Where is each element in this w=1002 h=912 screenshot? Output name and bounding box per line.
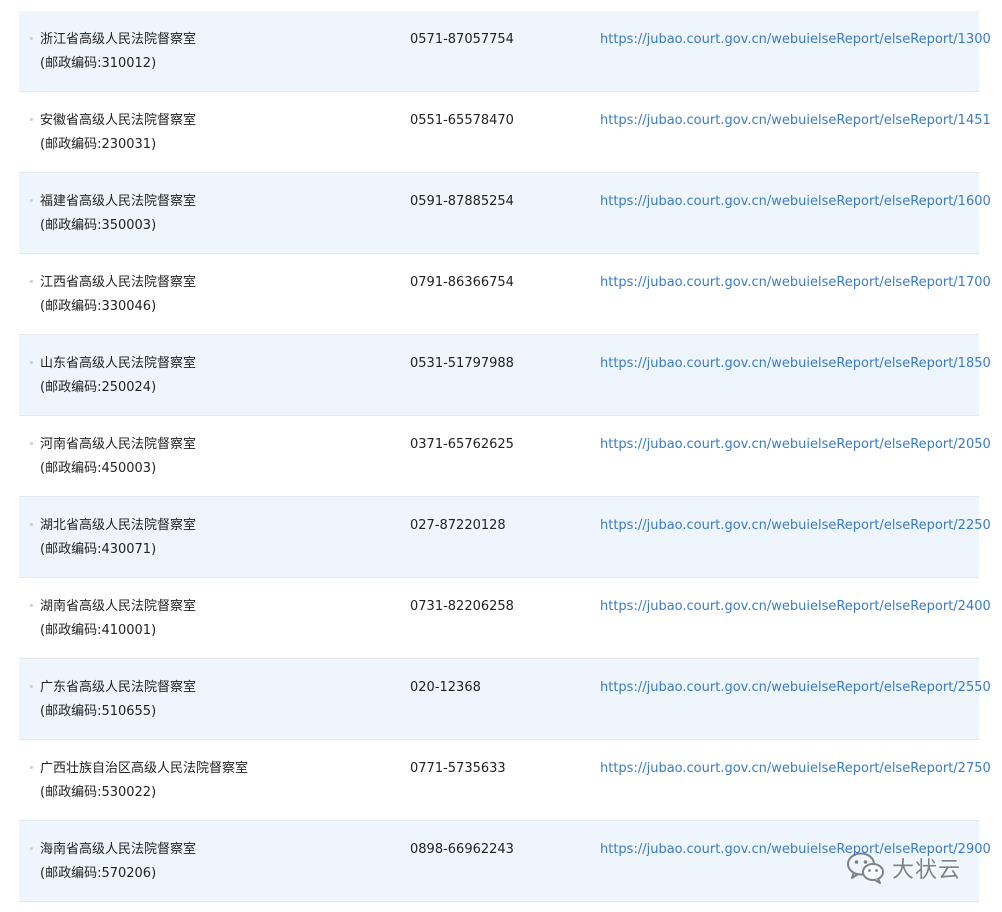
postal-code: (邮政编码:350003) — [40, 218, 157, 233]
court-name: 江西省高级人民法院督察室 — [40, 275, 197, 290]
bullet-icon — [30, 361, 33, 364]
table-row: 河南省高级人民法院督察室 (邮政编码:450003) 0371-65762625… — [19, 416, 991, 497]
postal-code: (邮政编码:310012) — [40, 56, 157, 71]
phone-number: 0791-86366754 — [410, 275, 514, 290]
wechat-icon — [846, 851, 886, 885]
report-link[interactable]: https://jubao.court.gov.cn/webuielseRepo… — [600, 193, 991, 211]
postal-code: (邮政编码:570206) — [40, 866, 157, 881]
phone-number: 0771-5735633 — [410, 761, 506, 776]
court-name: 广东省高级人民法院督察室 — [40, 680, 197, 695]
postal-code: (邮政编码:410001) — [40, 623, 157, 638]
report-link[interactable]: https://jubao.court.gov.cn/webuielseRepo… — [600, 31, 991, 49]
phone-number: 020-12368 — [410, 680, 481, 695]
phone-number: 0531-51797988 — [410, 356, 514, 371]
postal-code: (邮政编码:450003) — [40, 461, 157, 476]
court-name: 海南省高级人民法院督察室 — [40, 842, 197, 857]
postal-code: (邮政编码:330046) — [40, 299, 157, 314]
report-link[interactable]: https://jubao.court.gov.cn/webuielseRepo… — [600, 760, 991, 778]
bullet-icon — [30, 280, 33, 283]
court-name: 浙江省高级人民法院督察室 — [40, 32, 197, 47]
phone-number: 0898-66962243 — [410, 842, 514, 857]
phone-number: 027-87220128 — [410, 518, 506, 533]
report-link[interactable]: https://jubao.court.gov.cn/webuielseRepo… — [600, 112, 991, 130]
bullet-icon — [30, 523, 33, 526]
bullet-icon — [30, 847, 33, 850]
bullet-icon — [30, 766, 33, 769]
phone-number: 0371-65762625 — [410, 437, 514, 452]
postal-code: (邮政编码:530022) — [40, 785, 157, 800]
table-row: 山东省高级人民法院督察室 (邮政编码:250024) 0531-51797988… — [19, 335, 991, 416]
bullet-icon — [30, 37, 33, 40]
postal-code: (邮政编码:230031) — [40, 137, 157, 152]
report-link[interactable]: https://jubao.court.gov.cn/webuielseRepo… — [600, 679, 991, 697]
postal-code: (邮政编码:510655) — [40, 704, 157, 719]
table-row: 安徽省高级人民法院督察室 (邮政编码:230031) 0551-65578470… — [19, 92, 991, 173]
bullet-icon — [30, 442, 33, 445]
court-name: 福建省高级人民法院督察室 — [40, 194, 197, 209]
report-link[interactable]: https://jubao.court.gov.cn/webuielseRepo… — [600, 355, 991, 373]
court-name: 河南省高级人民法院督察室 — [40, 437, 197, 452]
bullet-icon — [30, 199, 33, 202]
watermark: 大状云 — [846, 848, 961, 888]
phone-number: 0591-87885254 — [410, 194, 514, 209]
table-row: 浙江省高级人民法院督察室 (邮政编码:310012) 0571-87057754… — [19, 11, 991, 92]
phone-number: 0551-65578470 — [410, 113, 514, 128]
court-name: 安徽省高级人民法院督察室 — [40, 113, 197, 128]
report-link[interactable]: https://jubao.court.gov.cn/webuielseRepo… — [600, 436, 991, 454]
postal-code: (邮政编码:430071) — [40, 542, 157, 557]
bullet-icon — [30, 685, 33, 688]
bullet-icon — [30, 604, 33, 607]
table-row: 福建省高级人民法院督察室 (邮政编码:350003) 0591-87885254… — [19, 173, 991, 254]
bullet-icon — [30, 118, 33, 121]
table-row: 海南省高级人民法院督察室 (邮政编码:570206) 0898-66962243… — [19, 821, 991, 902]
court-name: 广西壮族自治区高级人民法院督察室 — [40, 761, 249, 776]
court-name: 湖南省高级人民法院督察室 — [40, 599, 197, 614]
postal-code: (邮政编码:250024) — [40, 380, 157, 395]
report-link[interactable]: https://jubao.court.gov.cn/webuielseRepo… — [600, 274, 991, 292]
court-contacts-table: 浙江省高级人民法院督察室 (邮政编码:310012) 0571-87057754… — [19, 11, 991, 902]
table-row: 江西省高级人民法院督察室 (邮政编码:330046) 0791-86366754… — [19, 254, 991, 335]
court-name: 山东省高级人民法院督察室 — [40, 356, 197, 371]
phone-number: 0571-87057754 — [410, 32, 514, 47]
table-row: 广西壮族自治区高级人民法院督察室 (邮政编码:530022) 0771-5735… — [19, 740, 991, 821]
phone-number: 0731-82206258 — [410, 599, 514, 614]
court-name: 湖北省高级人民法院督察室 — [40, 518, 197, 533]
report-link[interactable]: https://jubao.court.gov.cn/webuielseRepo… — [600, 598, 991, 616]
table-row: 湖北省高级人民法院督察室 (邮政编码:430071) 027-87220128 … — [19, 497, 991, 578]
watermark-text: 大状云 — [892, 858, 962, 883]
table-row: 广东省高级人民法院督察室 (邮政编码:510655) 020-12368 htt… — [19, 659, 991, 740]
table-row: 湖南省高级人民法院督察室 (邮政编码:410001) 0731-82206258… — [19, 578, 991, 659]
report-link[interactable]: https://jubao.court.gov.cn/webuielseRepo… — [600, 517, 991, 535]
